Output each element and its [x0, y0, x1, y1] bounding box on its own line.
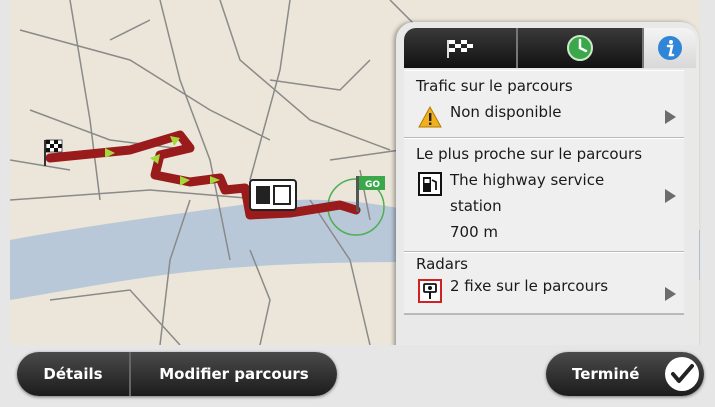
- tab-route-summary[interactable]: [404, 28, 518, 68]
- nearest-name-line1: The highway service: [450, 171, 605, 189]
- route-info-panel: Trafic sur le parcours Non disponible Le…: [396, 22, 699, 376]
- map-poi-marker[interactable]: [249, 179, 297, 211]
- green-clock-icon: [567, 35, 593, 61]
- bottom-bar: Détails Modifier parcours Terminé: [0, 345, 715, 407]
- checkered-flag-icon: [447, 40, 473, 58]
- tab-info[interactable]: [644, 28, 696, 68]
- service-station-icon: [418, 172, 442, 196]
- nearest-name-line2: station: [450, 197, 502, 215]
- details-button[interactable]: Détails: [17, 352, 129, 396]
- nearest-poi-row[interactable]: Le plus proche sur le parcours The highw…: [404, 138, 684, 253]
- warning-icon: [418, 105, 442, 128]
- nearest-title: Le plus proche sur le parcours: [416, 145, 643, 163]
- traffic-value: Non disponible: [450, 103, 562, 121]
- tab-eta[interactable]: [518, 28, 644, 68]
- traffic-row[interactable]: Trafic sur le parcours Non disponible: [404, 70, 684, 139]
- chevron-right-icon: [665, 287, 676, 301]
- radars-row[interactable]: Radars 2 fixe sur le parcours: [404, 252, 684, 315]
- chevron-right-icon: [665, 110, 676, 124]
- destination-flag-label: GO: [365, 180, 380, 190]
- modify-route-button[interactable]: Modifier parcours: [129, 352, 337, 396]
- radars-title: Radars: [416, 255, 468, 273]
- checkmark-icon: [665, 357, 699, 391]
- button-group: Détails Modifier parcours: [17, 352, 337, 396]
- speed-camera-icon: [418, 279, 442, 303]
- nearest-distance: 700 m: [450, 223, 499, 241]
- done-label: Terminé: [572, 365, 640, 383]
- streets: [10, 0, 431, 345]
- radars-value: 2 fixe sur le parcours: [450, 277, 609, 295]
- panel-tabs: [404, 28, 696, 68]
- done-button[interactable]: Terminé: [546, 352, 704, 396]
- info-icon: [658, 36, 682, 60]
- chevron-right-icon: [665, 189, 676, 203]
- traffic-title: Trafic sur le parcours: [416, 77, 573, 95]
